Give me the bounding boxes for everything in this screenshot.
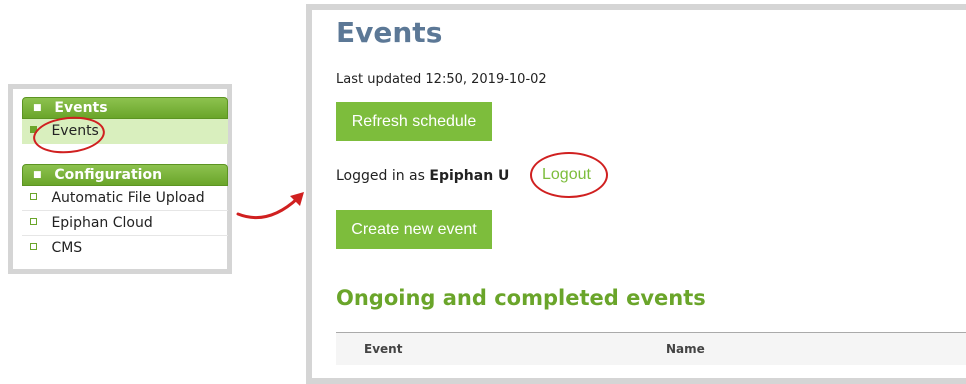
sidebar-item-cms[interactable]: CMS	[22, 236, 228, 261]
square-outline-icon	[30, 243, 37, 250]
sidebar-header-events[interactable]: ■ Events	[22, 97, 228, 119]
main-panel: Events Last updated 12:50, 2019-10-02 Re…	[306, 4, 966, 384]
section-title: Ongoing and completed events	[336, 286, 706, 310]
sidebar-item-label: Epiphan Cloud	[51, 215, 153, 231]
refresh-schedule-button[interactable]: Refresh schedule	[336, 102, 492, 141]
logged-in-prefix: Logged in as	[336, 168, 425, 184]
square-outline-icon	[30, 193, 37, 200]
page-title: Events	[336, 16, 443, 49]
sidebar-item-label: CMS	[51, 240, 83, 256]
sidebar-panel: ■ Events Events ■ Configuration Automati…	[8, 84, 232, 274]
sidebar-item-epiphan-cloud[interactable]: Epiphan Cloud	[22, 211, 228, 236]
sidebar-header-configuration[interactable]: ■ Configuration	[22, 164, 228, 186]
sidebar-item-automatic-file-upload[interactable]: Automatic File Upload	[22, 186, 228, 211]
sidebar-header-label: Configuration	[54, 167, 163, 183]
events-table-header: Event Name	[336, 332, 966, 365]
square-outline-icon	[30, 218, 37, 225]
annotation-circle	[530, 152, 608, 198]
column-header-name[interactable]: Name	[666, 342, 705, 356]
last-updated-text: Last updated 12:50, 2019-10-02	[336, 72, 547, 87]
square-bullet-icon: ■	[33, 103, 42, 113]
logged-in-status: Logged in as Epiphan U	[336, 168, 509, 184]
sidebar-header-label: Events	[54, 100, 108, 116]
curved-arrow-icon	[236, 192, 304, 220]
create-new-event-button[interactable]: Create new event	[336, 210, 492, 249]
logged-in-user: Epiphan U	[429, 168, 510, 184]
column-header-event[interactable]: Event	[364, 342, 402, 356]
sidebar-item-label: Automatic File Upload	[51, 190, 205, 206]
square-bullet-icon: ■	[33, 170, 42, 180]
